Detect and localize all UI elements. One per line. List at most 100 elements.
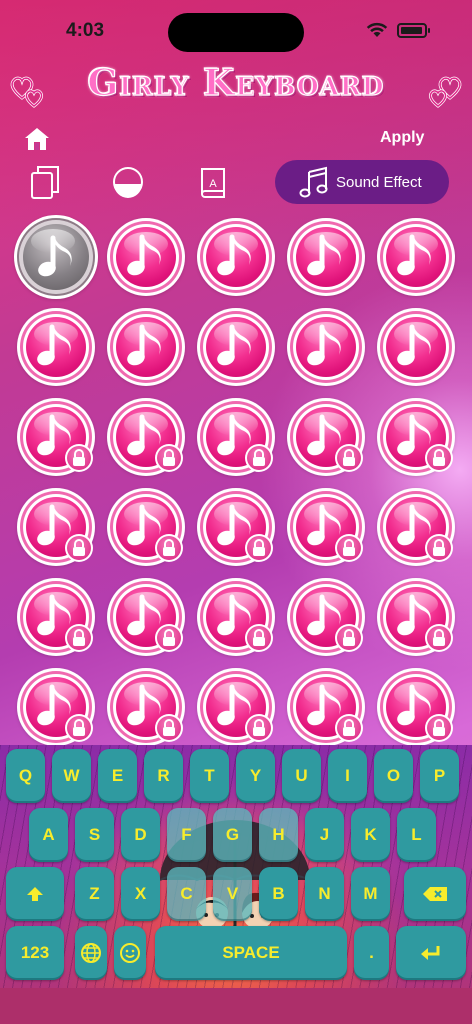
lock-badge [335,624,363,652]
sound-effect-button[interactable] [107,398,185,476]
sound-effect-button[interactable] [197,308,275,386]
sound-effect-button[interactable] [287,668,365,746]
sound-effect-button[interactable] [107,308,185,386]
key-d[interactable]: D [121,808,160,862]
sound-effect-button[interactable] [377,578,455,656]
space-key[interactable]: SPACE [155,926,347,980]
key-j[interactable]: J [305,808,344,862]
sound-effect-button[interactable] [287,308,365,386]
key-s[interactable]: S [75,808,114,862]
home-icon[interactable] [23,125,51,153]
music-note-icon [38,235,72,277]
sound-effect-button[interactable] [107,488,185,566]
music-note-icon [307,234,341,276]
backspace-key[interactable] [404,867,466,921]
sound-effect-button[interactable] [287,218,365,296]
key-l[interactable]: L [397,808,436,862]
music-note-icon [299,166,328,198]
key-c[interactable]: C [167,867,206,921]
key-e[interactable]: E [98,749,137,803]
key-n[interactable]: N [305,867,344,921]
lock-badge [245,714,273,742]
period-key[interactable]: . [354,926,389,980]
app-title: Girly Keyboard [87,61,385,104]
sound-effect-button[interactable] [197,668,275,746]
lock-badge [425,444,453,472]
lock-icon [163,719,175,736]
key-h[interactable]: H [259,808,298,862]
sound-effect-button[interactable] [107,578,185,656]
key-t[interactable]: T [190,749,229,803]
sound-effect-button[interactable] [107,668,185,746]
svg-text:A: A [209,178,217,190]
key-i[interactable]: I [328,749,367,803]
sound-effect-button[interactable] [377,398,455,476]
sound-effect-button[interactable] [17,488,95,566]
sound-effect-button[interactable] [17,668,95,746]
dynamic-island [168,13,304,52]
key-f[interactable]: F [167,808,206,862]
return-icon [421,946,440,960]
lock-icon [73,719,85,736]
sound-effect-button[interactable] [17,398,95,476]
theme-icon[interactable] [110,163,146,201]
key-r[interactable]: R [144,749,183,803]
key-b[interactable]: B [259,867,298,921]
sound-effect-button[interactable] [17,578,95,656]
lock-badge [155,714,183,742]
title-bar: Girly Keyboard [0,61,472,114]
lock-badge [65,444,93,472]
sound-effect-button[interactable] [377,308,455,386]
numbers-key[interactable]: 123 [6,926,64,980]
emoji-key[interactable] [114,926,146,980]
sound-effect-button[interactable] [377,218,455,296]
sound-effect-button[interactable] [377,668,455,746]
sound-effect-button[interactable] [107,218,185,296]
key-k[interactable]: K [351,808,390,862]
key-g[interactable]: G [213,808,252,862]
globe-key[interactable] [75,926,107,980]
sound-effect-button[interactable] [197,398,275,476]
font-book-icon[interactable]: A [196,163,232,201]
lock-icon [253,449,265,466]
sound-effect-button[interactable] [377,488,455,566]
keyboard: Q W E R T Y U I O P A S D F G H J K L Z X C V B N M 123 SPACE. [0,745,472,988]
key-q[interactable]: Q [6,749,45,803]
music-note-icon [217,324,251,366]
shift-key[interactable] [6,867,64,921]
lock-badge [155,534,183,562]
emoji-icon [120,943,140,963]
key-a[interactable]: A [29,808,68,862]
key-x[interactable]: X [121,867,160,921]
sound-effect-button[interactable] [197,578,275,656]
return-key[interactable] [396,926,466,980]
lock-icon [253,629,265,646]
key-v[interactable]: V [213,867,252,921]
lock-icon [253,539,265,556]
sound-effect-tab[interactable]: Sound Effect [275,160,449,204]
music-note-icon [397,234,431,276]
sound-effect-button[interactable] [197,218,275,296]
lock-icon [343,719,355,736]
sound-effect-button[interactable] [14,215,98,299]
key-p[interactable]: P [420,749,459,803]
key-u[interactable]: U [282,749,321,803]
key-m[interactable]: M [351,867,390,921]
lock-badge [425,714,453,742]
sound-effect-button[interactable] [287,578,365,656]
lock-icon [253,719,265,736]
key-w[interactable]: W [52,749,91,803]
sound-effect-button[interactable] [287,398,365,476]
lock-icon [73,629,85,646]
sound-effect-button[interactable] [197,488,275,566]
lock-badge [65,714,93,742]
key-o[interactable]: O [374,749,413,803]
sound-effect-button[interactable] [17,308,95,386]
key-z[interactable]: Z [75,867,114,921]
lock-badge [335,714,363,742]
apply-button[interactable]: Apply [380,129,424,147]
copy-icon[interactable] [28,163,64,201]
key-y[interactable]: Y [236,749,275,803]
sound-effect-button[interactable] [287,488,365,566]
lock-icon [433,539,445,556]
